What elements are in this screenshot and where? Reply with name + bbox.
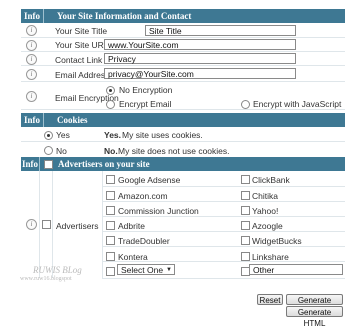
watermark-logo: RUWIS BLog xyxy=(33,265,82,275)
select-all-advertisers-checkbox[interactable] xyxy=(44,160,53,169)
advertisers-title: Advertisers on your site xyxy=(58,159,150,169)
info-column-header: Info xyxy=(21,157,40,171)
advertiser-label: TradeDoubler xyxy=(118,236,170,246)
chevron-down-icon: ▼ xyxy=(166,267,172,273)
advertiser-label: Adbrite xyxy=(118,221,145,231)
advertiser-label: Chitika xyxy=(252,191,278,201)
cookies-yes-strong: Yes. xyxy=(104,130,122,140)
other-advertiser-input[interactable]: Other xyxy=(249,264,343,275)
cookies-yes-desc: My site uses cookies. xyxy=(122,130,203,140)
google-adsense-checkbox[interactable] xyxy=(106,175,115,184)
site-info-title: Your Site Information and Contact xyxy=(57,11,192,21)
yahoo-checkbox[interactable] xyxy=(241,206,250,215)
info-column-header: Info xyxy=(21,113,44,127)
kontera-checkbox[interactable] xyxy=(106,252,115,261)
advertisers-row-checkbox[interactable] xyxy=(42,220,51,229)
site-url-label: Your Site URL xyxy=(55,40,109,50)
cookies-yes-radio[interactable] xyxy=(44,131,53,140)
info-icon[interactable]: i xyxy=(26,69,37,80)
encrypt-javascript-label: Encrypt with JavaScript xyxy=(253,99,342,109)
encrypt-email-radio[interactable] xyxy=(106,100,115,109)
advertiser-label: ClickBank xyxy=(252,175,290,185)
contact-link-input[interactable]: Privacy xyxy=(104,53,296,64)
info-icon[interactable]: i xyxy=(26,40,37,51)
amazon-checkbox[interactable] xyxy=(106,191,115,200)
adbrite-checkbox[interactable] xyxy=(106,221,115,230)
advertisers-header: Info Advertisers on your site xyxy=(21,157,345,171)
cookies-yes-label: Yes xyxy=(56,130,70,140)
watermark-url: www.ruw16.blogspot xyxy=(20,276,72,282)
commission-junction-checkbox[interactable] xyxy=(106,206,115,215)
clickbank-checkbox[interactable] xyxy=(241,175,250,184)
advertiser-select[interactable]: Select One ▼ xyxy=(117,264,175,275)
chitika-checkbox[interactable] xyxy=(241,191,250,200)
generate-html-button[interactable]: Generate HTML xyxy=(286,306,343,328)
advertiser-label: Google Adsense xyxy=(118,175,181,185)
advertiser-label: Amazon.com xyxy=(118,191,168,201)
info-icon[interactable]: i xyxy=(26,91,37,102)
reset-button[interactable]: Reset xyxy=(257,294,283,305)
site-info-header: Info Your Site Information and Contact xyxy=(21,9,345,23)
advertisers-label: Advertisers xyxy=(56,221,99,231)
other-select-checkbox[interactable] xyxy=(106,267,115,276)
contact-link-label: Contact Link xyxy=(55,55,103,65)
column-divider xyxy=(39,171,40,278)
encrypt-email-label: Encrypt Email xyxy=(119,99,172,109)
column-divider xyxy=(52,171,53,278)
no-encryption-radio[interactable] xyxy=(106,86,115,95)
site-title-label: Your Site Title xyxy=(55,26,108,36)
cookies-no-strong: No. xyxy=(104,146,118,156)
info-icon[interactable]: i xyxy=(26,54,37,65)
cookies-title: Cookies xyxy=(57,115,88,125)
cookies-header: Info Cookies xyxy=(21,113,345,127)
widgetbucks-checkbox[interactable] xyxy=(241,236,250,245)
info-column-header: Info xyxy=(21,9,44,23)
email-input[interactable]: privacy@YourSite.com xyxy=(104,68,296,79)
cookies-no-desc: My site does not use cookies. xyxy=(118,146,230,156)
site-url-input[interactable]: www.YourSite.com xyxy=(104,39,296,50)
cookies-no-radio[interactable] xyxy=(44,146,53,155)
site-title-input[interactable]: Site Title xyxy=(145,25,296,36)
advertiser-label: Azoogle xyxy=(252,221,283,231)
advertiser-label: Yahoo! xyxy=(252,206,279,216)
advertiser-select-value: Select One xyxy=(121,265,164,275)
info-icon[interactable]: i xyxy=(26,25,37,36)
linkshare-checkbox[interactable] xyxy=(241,252,250,261)
generate-policy-button[interactable]: Generate Policy xyxy=(286,294,343,316)
cookies-no-label: No xyxy=(56,146,67,156)
no-encryption-label: No Encryption xyxy=(119,85,173,95)
email-label: Email Address xyxy=(55,70,110,80)
encrypt-javascript-radio[interactable] xyxy=(241,100,250,109)
tradedoubler-checkbox[interactable] xyxy=(106,236,115,245)
advertiser-label: Commission Junction xyxy=(118,206,199,216)
azoogle-checkbox[interactable] xyxy=(241,221,250,230)
info-icon[interactable]: i xyxy=(26,219,37,230)
advertiser-label: WidgetBucks xyxy=(252,236,302,246)
